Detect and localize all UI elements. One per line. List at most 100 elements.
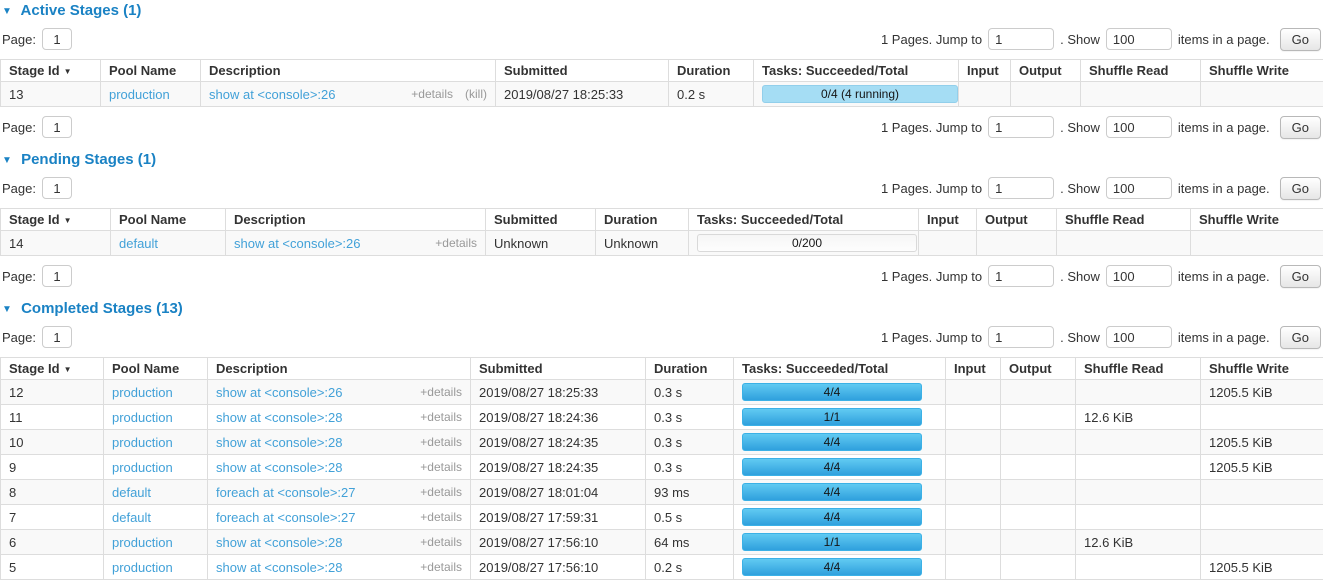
description-link[interactable]: show at <console>:26 [209,87,335,102]
column-header-label: Pool Name [109,63,176,78]
jump-to-input[interactable] [988,28,1054,50]
description-actions: +details [420,560,462,574]
go-button[interactable]: Go [1280,177,1321,200]
description-link[interactable]: show at <console>:28 [216,410,342,425]
shuffle-read-cell [1076,480,1201,505]
column-header-pool-name: Pool Name [101,60,201,82]
shuffle-write-cell [1191,231,1323,256]
column-header-label: Tasks: Succeeded/Total [742,361,888,376]
jump-to-input[interactable] [988,177,1054,199]
description-link[interactable]: show at <console>:28 [216,460,342,475]
shuffle-write-cell: 1205.5 KiB [1201,555,1323,580]
column-header-stage-id[interactable]: Stage Id▼ [1,60,101,82]
show-items-input[interactable] [1106,326,1172,348]
column-header-stage-id[interactable]: Stage Id▼ [1,358,104,380]
section-title-pending[interactable]: ▼ Pending Stages (1) [2,151,1323,168]
show-items-input[interactable] [1106,28,1172,50]
page-number-input[interactable] [42,265,72,287]
pool-link[interactable]: production [109,87,170,102]
output-cell [1011,82,1081,107]
sort-arrow-icon: ▼ [64,67,72,76]
description-actions: +details [420,410,462,424]
show-items-input[interactable] [1106,116,1172,138]
details-link[interactable]: +details [420,410,462,424]
task-progress-label: 4/4 [824,435,841,449]
description-link[interactable]: foreach at <console>:27 [216,510,356,525]
jump-to-input[interactable] [988,116,1054,138]
details-link[interactable]: +details [420,510,462,524]
section-title-active[interactable]: ▼ Active Stages (1) [2,2,1323,19]
page-number-input[interactable] [42,326,72,348]
go-button[interactable]: Go [1280,326,1321,349]
shuffle-read-cell [1076,430,1201,455]
description-link[interactable]: show at <console>:28 [216,435,342,450]
column-header-tasks: Tasks: Succeeded/Total [734,358,946,380]
input-cell [946,405,1001,430]
column-header-stage-id[interactable]: Stage Id▼ [1,209,111,231]
pool-name-cell: production [104,555,208,580]
description-link[interactable]: foreach at <console>:27 [216,485,356,500]
output-cell [1001,555,1076,580]
page-controls: 1 Pages. Jump to. Showitems in a page.Go [881,28,1321,51]
show-items-input[interactable] [1106,265,1172,287]
page-number-input[interactable] [42,116,72,138]
description-actions: +details [420,485,462,499]
go-button[interactable]: Go [1280,265,1321,288]
description-cell: show at <console>:28 +details [208,405,471,430]
duration-cell: 0.3 s [646,380,734,405]
pool-link[interactable]: default [112,510,151,525]
shuffle-read-cell [1076,380,1201,405]
page-label: Page: [2,181,36,196]
pool-link[interactable]: production [112,535,173,550]
page-controls: 1 Pages. Jump to. Showitems in a page.Go [881,177,1321,200]
details-link[interactable]: +details [420,535,462,549]
description-link[interactable]: show at <console>:26 [216,385,342,400]
go-button[interactable]: Go [1280,28,1321,51]
column-header-description: Description [226,209,486,231]
details-link[interactable]: +details [420,385,462,399]
pool-link[interactable]: production [112,385,173,400]
description-content: show at <console>:26 +details [216,385,462,400]
items-per-page-text: items in a page. [1178,330,1270,345]
task-progress-label: 4/4 [824,510,841,524]
shuffle-write-cell [1201,82,1323,107]
task-progress-bar: 4/4 [742,458,922,476]
pool-name-cell: default [104,505,208,530]
details-link[interactable]: +details [411,87,453,101]
kill-link[interactable]: (kill) [465,87,487,101]
page-number-input[interactable] [42,28,72,50]
details-link[interactable]: +details [420,435,462,449]
show-items-input[interactable] [1106,177,1172,199]
page-label: Page: [2,269,36,284]
show-label: . Show [1060,269,1100,284]
details-link[interactable]: +details [420,560,462,574]
pool-link[interactable]: default [112,485,151,500]
column-header-duration: Duration [646,358,734,380]
description-link[interactable]: show at <console>:26 [234,236,360,251]
sort-arrow-icon: ▼ [64,216,72,225]
details-link[interactable]: +details [420,485,462,499]
pool-link[interactable]: production [112,435,173,450]
page-indicator: Page: [2,265,72,287]
pool-link[interactable]: production [112,410,173,425]
description-cell: foreach at <console>:27 +details [208,480,471,505]
input-cell [946,455,1001,480]
table-row: 12productionshow at <console>:26+details… [1,380,1323,405]
pool-link[interactable]: production [112,560,173,575]
details-link[interactable]: +details [420,460,462,474]
column-header-shuffle-read: Shuffle Read [1076,358,1201,380]
go-button[interactable]: Go [1280,116,1321,139]
tasks-cell: 4/4 [734,505,946,530]
jump-to-input[interactable] [988,326,1054,348]
jump-to-input[interactable] [988,265,1054,287]
details-link[interactable]: +details [435,236,477,250]
description-link[interactable]: show at <console>:28 [216,535,342,550]
description-link[interactable]: show at <console>:28 [216,560,342,575]
column-header-shuffle-write: Shuffle Write [1191,209,1323,231]
pool-link[interactable]: production [112,460,173,475]
section-title-completed[interactable]: ▼ Completed Stages (13) [2,300,1323,317]
page-indicator: Page: [2,116,72,138]
page-number-input[interactable] [42,177,72,199]
pool-link[interactable]: default [119,236,158,251]
task-progress-bar: 0/200 [697,234,917,252]
